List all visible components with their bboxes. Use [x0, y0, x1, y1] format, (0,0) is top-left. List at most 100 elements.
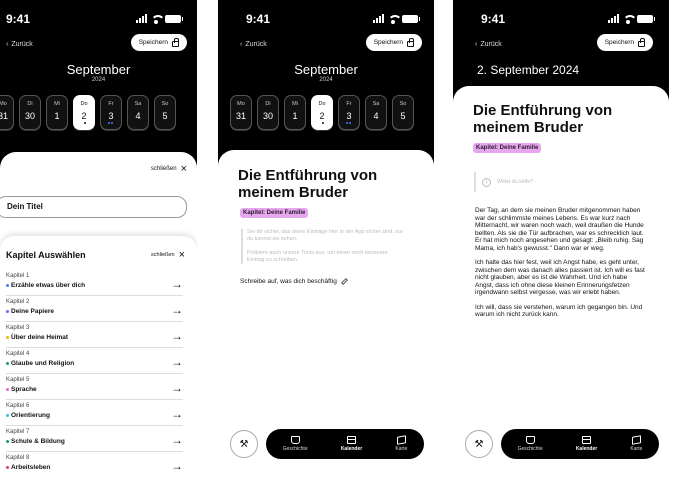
title-sheet: schließen × Dein Titel Kapitel Auswählen … [0, 152, 197, 477]
chapter-color-dot [6, 362, 9, 365]
title-input[interactable]: Dein Titel [0, 196, 187, 218]
month-title: September [66, 62, 131, 77]
chapter-list: Kapitel 1 Erzähle etwas über dich → Kapite… [6, 270, 183, 477]
entry-paragraph: Ich will, dass sie verstehen, warum ich … [475, 303, 643, 319]
day-button[interactable]: So 5 [392, 95, 414, 130]
chapter-color-dot [6, 388, 9, 391]
close-label: schließen [150, 166, 177, 172]
day-button[interactable]: Mi 1 [46, 95, 68, 130]
month-title: September [294, 62, 358, 77]
battery-icon [165, 15, 183, 23]
arrow-right-icon: → [171, 407, 183, 421]
day-button[interactable]: So 5 [154, 95, 176, 130]
back-label: Zurück [245, 41, 267, 48]
chapter-panel: Kapitel Auswählen schließen × Kapitel 1 Er… [0, 236, 197, 477]
tab-label: Kalender [575, 446, 598, 452]
save-button[interactable]: Speichern [365, 34, 422, 51]
chapter-panel-title: Kapitel Auswählen [6, 250, 86, 260]
chapter-title-row: Erzähle etwas über dich [6, 282, 85, 289]
day-date: 30 [24, 111, 35, 121]
tab-calendar[interactable]: Kalender [576, 436, 597, 452]
day-button[interactable]: Fr 3 [100, 95, 122, 130]
save-button[interactable]: Speichern [596, 34, 653, 51]
day-date: 5 [162, 111, 168, 121]
day-date: 4 [135, 111, 141, 121]
entry-title[interactable]: Die Entführung von meinem Bruder [473, 102, 649, 136]
chapter-tag[interactable]: Kapitel: Deine Familie [473, 143, 542, 153]
chapter-tag[interactable]: Kapitel: Deine Familie [240, 208, 309, 218]
day-button-selected[interactable]: Do 2 [73, 95, 95, 130]
entry-title[interactable]: Die Entführung von meinem Bruder [238, 167, 414, 201]
day-button[interactable]: Di 30 [257, 95, 279, 130]
chapter-number: Kapitel 1 [6, 273, 30, 279]
lock-icon [638, 37, 645, 47]
day-date: 1 [54, 111, 60, 121]
chapter-title: Sprache [11, 386, 37, 393]
arrow-right-icon: → [171, 277, 183, 291]
day-button[interactable]: Mo 31 [230, 95, 252, 130]
day-button[interactable]: Sa 4 [365, 95, 387, 130]
chapter-item[interactable]: Kapitel 2 Deine Papiere → [6, 296, 183, 322]
day-button[interactable]: Sa 4 [127, 95, 149, 130]
arrow-right-icon: → [171, 303, 183, 317]
help-label: Willst du Hilfe? [497, 179, 534, 185]
save-button[interactable]: Speichern [130, 34, 187, 51]
day-name: Mi [54, 101, 60, 107]
day-name: Mo [0, 101, 7, 107]
wifi-icon [623, 15, 637, 24]
chevron-left-icon: ‹ [475, 41, 478, 48]
save-label: Speichern [373, 39, 403, 46]
wifi-icon [388, 15, 402, 24]
chapter-item[interactable]: Kapitel 1 Erzähle etwas über dich → [6, 270, 183, 296]
chapter-title-row: Sprache [6, 386, 37, 393]
day-name: Di [27, 101, 33, 107]
tab-map[interactable]: Karte [630, 435, 642, 452]
close-button[interactable]: schließen × [150, 164, 187, 175]
day-button[interactable]: Di 30 [19, 95, 41, 130]
info-hint: Sei dir sicher, das deine Einträge hier … [241, 229, 406, 264]
chapter-item[interactable]: Kapitel 4 Glaube und Religion → [6, 348, 183, 374]
hint-text: Probiere auch unsere Tools aus, um einen… [247, 250, 388, 263]
info-icon: i [482, 177, 491, 187]
tab-stories[interactable]: Geschichte [283, 436, 308, 452]
day-button[interactable]: Mo 31 [0, 95, 14, 130]
day-date: 2 [319, 111, 325, 121]
chapter-number: Kapitel 6 [6, 403, 30, 409]
map-icon [631, 435, 641, 445]
entry-paragraph: Der Tag, an dem sie meinen Bruder mitgen… [475, 207, 644, 252]
help-prompt[interactable]: i Willst du Hilfe? [474, 172, 644, 192]
phone-screen-written-entry: 9:41 ‹ Zurück Speichern 2. September 2024… [453, 0, 669, 477]
day-date: 5 [400, 111, 406, 121]
back-button[interactable]: ‹ Zurück [475, 41, 502, 48]
chapter-color-dot [6, 284, 9, 287]
entry-text[interactable]: Der Tag, an dem sie meinen Bruder mitgen… [475, 207, 645, 319]
chapter-item[interactable]: Kapitel 7 Schule & Bildung → [6, 426, 183, 452]
day-button[interactable]: Fr 3 [338, 95, 360, 130]
tab-map[interactable]: Karte [395, 435, 407, 452]
day-button[interactable]: Mi 1 [284, 95, 306, 130]
chapter-title: Arbeitsleben [11, 464, 51, 471]
chapter-item[interactable]: Kapitel 8 Arbeitsleben → [6, 452, 183, 477]
back-button[interactable]: ‹ Zurück [240, 41, 267, 48]
arrow-right-icon: → [171, 459, 183, 473]
chapter-title: Schule & Bildung [11, 438, 65, 445]
tools-button[interactable]: ⚒ [230, 430, 258, 458]
chapter-close-button[interactable]: schließen × [151, 250, 185, 261]
lock-icon [172, 37, 179, 47]
entry-dots [108, 122, 113, 124]
chapter-title-row: Deine Papiere [6, 308, 54, 315]
status-time: 9:41 [481, 12, 506, 26]
day-button-selected[interactable]: Do 2 [311, 95, 333, 130]
chapter-item[interactable]: Kapitel 3 Über deine Heimat → [6, 322, 183, 348]
tab-calendar[interactable]: Kalender [341, 436, 362, 452]
tab-label: Kalender [340, 446, 363, 452]
tools-button[interactable]: ⚒ [465, 430, 493, 458]
lock-icon [407, 37, 414, 47]
entry-dots [346, 122, 351, 124]
chapter-item[interactable]: Kapitel 5 Sprache → [6, 374, 183, 400]
entry-text-input[interactable]: Schreibe auf, was dich beschäftig [240, 277, 348, 286]
chapter-item[interactable]: Kapitel 6 Orientierung → [6, 400, 183, 426]
back-button[interactable]: ‹ Zurück [6, 41, 33, 48]
status-bar: 9:41 [453, 12, 669, 28]
tab-stories[interactable]: Geschichte [518, 436, 543, 452]
